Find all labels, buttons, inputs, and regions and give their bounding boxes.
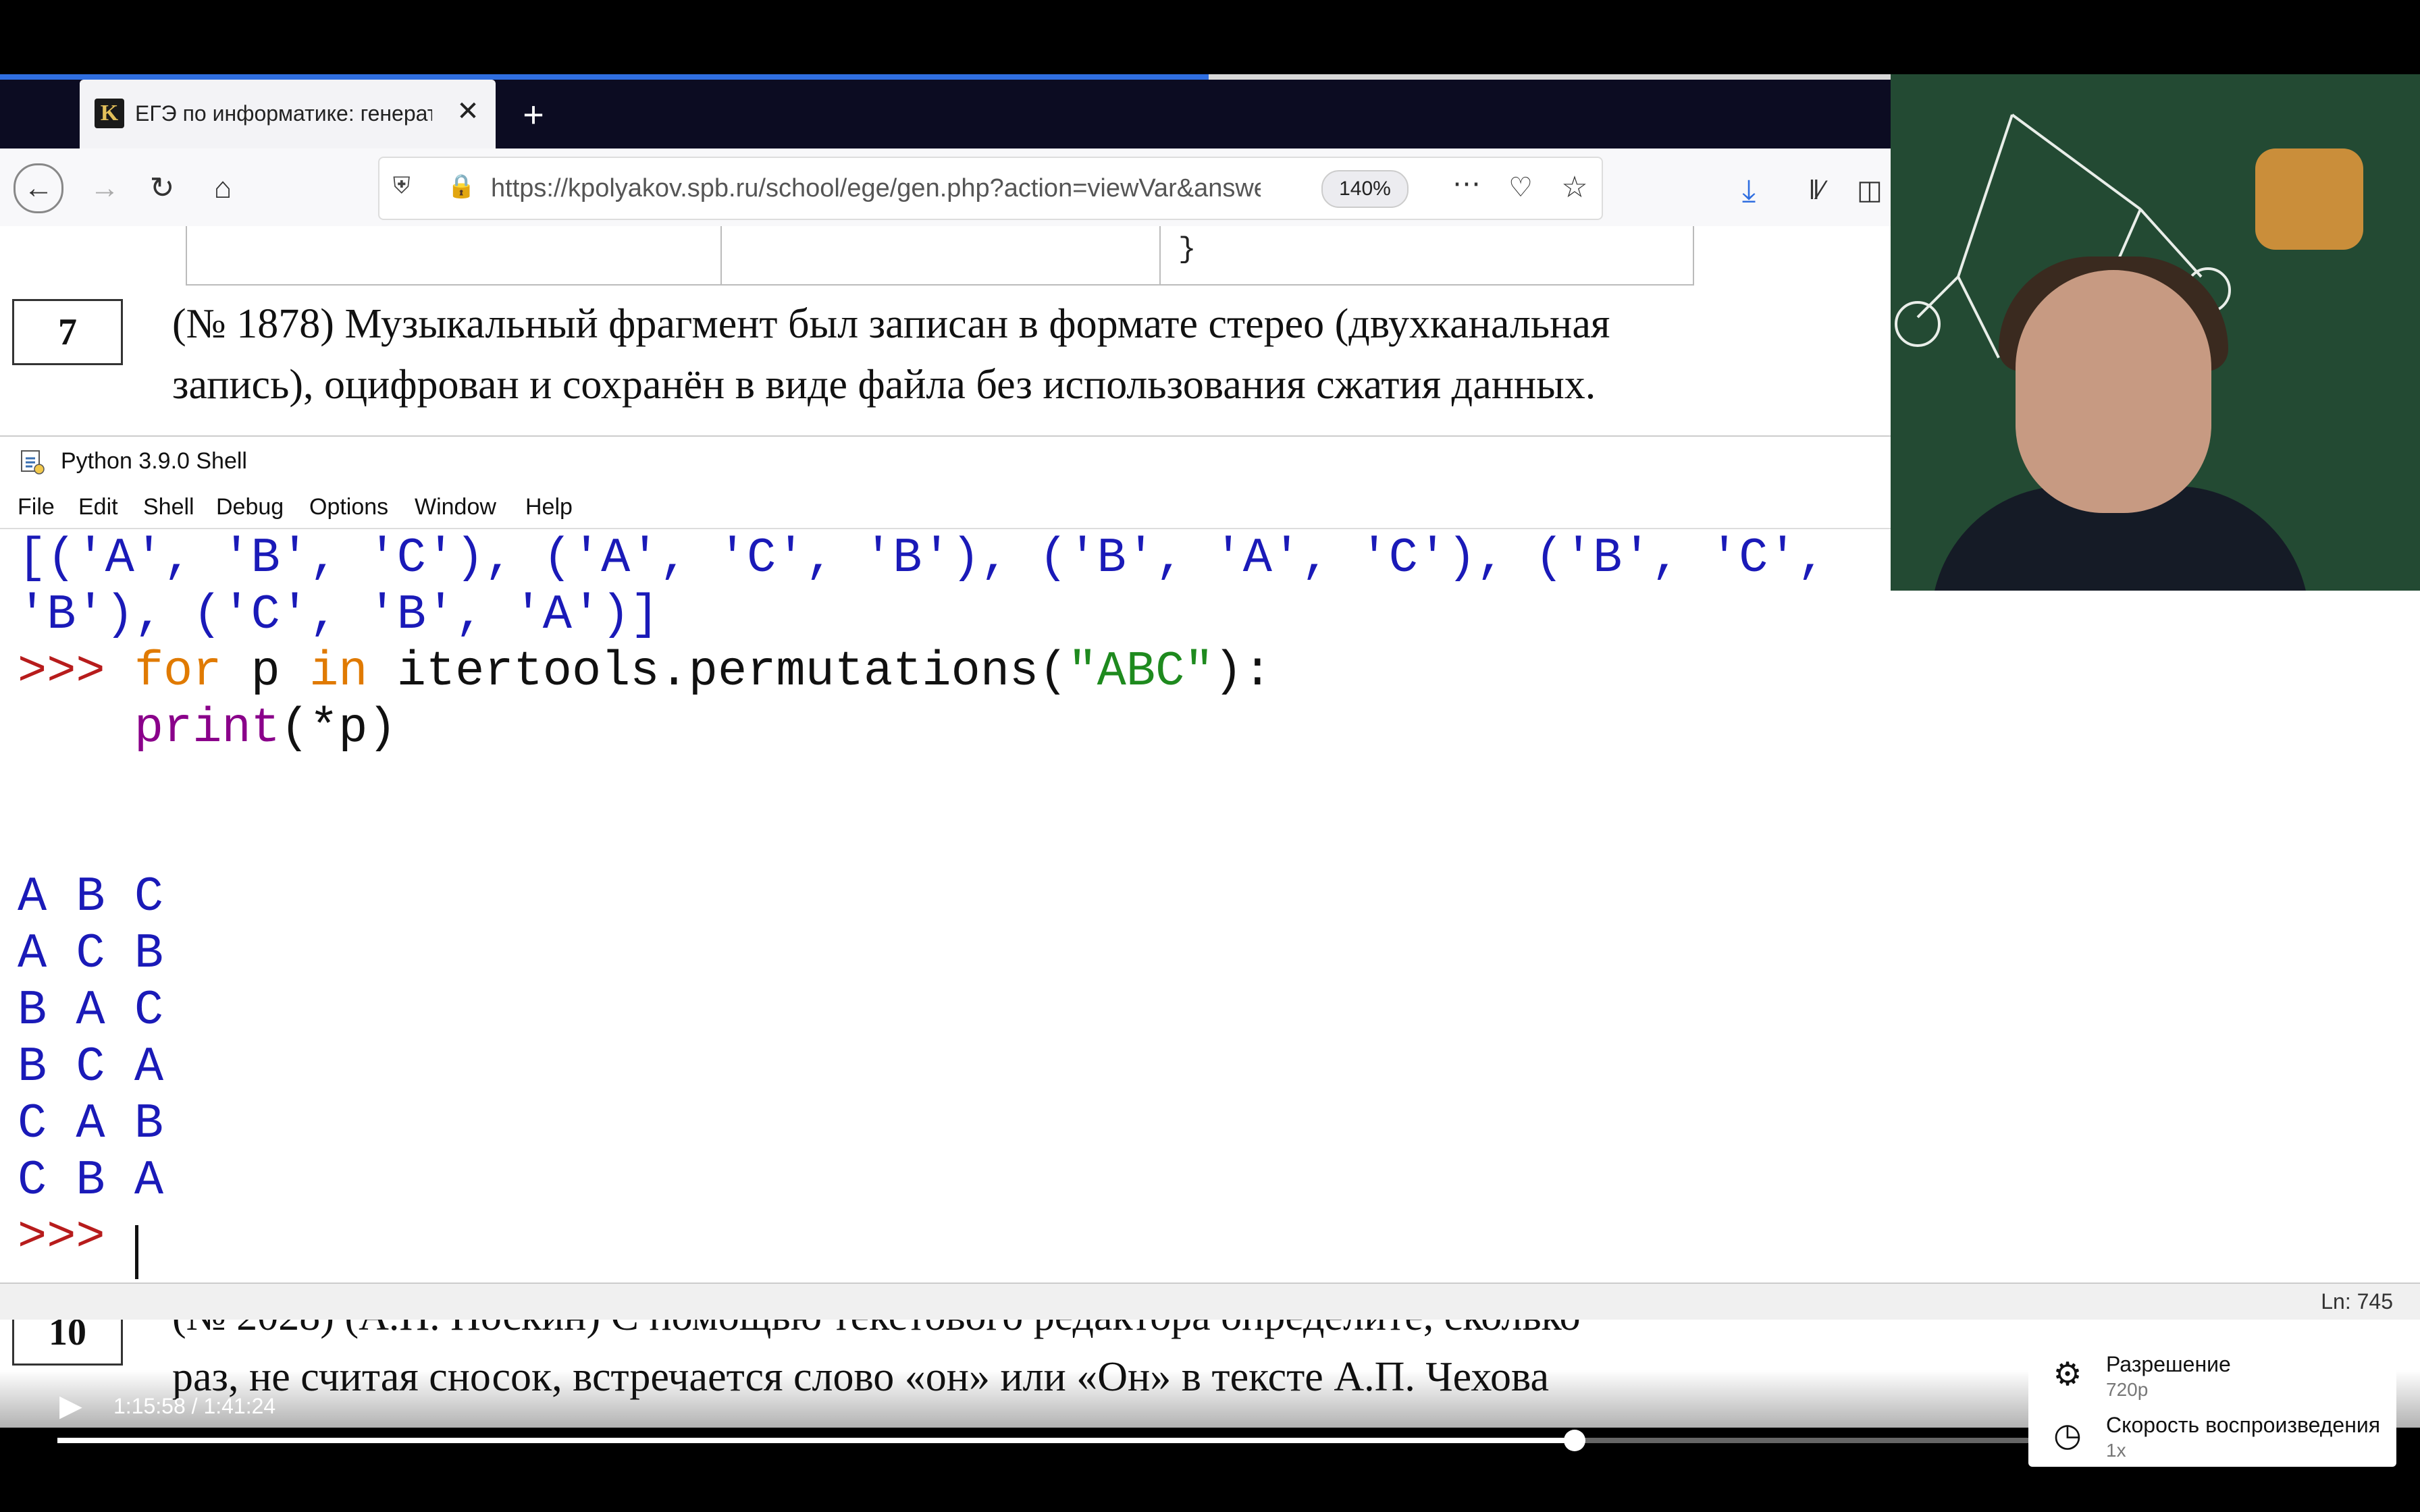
video-time: 1:15:58 / 1:41:24 bbox=[113, 1394, 276, 1418]
menu-shell[interactable]: Shell bbox=[143, 492, 194, 522]
settings-value: 1x bbox=[2106, 1440, 2126, 1461]
pocket-icon[interactable]: ♡ bbox=[1500, 170, 1541, 205]
output-line: 'B'), ('C', 'B', 'A')] bbox=[18, 587, 660, 643]
menu-window[interactable]: Window bbox=[415, 492, 496, 522]
address-bar[interactable]: ⛨ 🔒 https://kpolyakov.spb.ru/school/ege/… bbox=[378, 157, 1603, 220]
presenter-face bbox=[2016, 270, 2211, 513]
new-tab-button[interactable]: + bbox=[513, 94, 554, 135]
code-text: (*p) bbox=[280, 701, 397, 756]
page-load-progress bbox=[0, 74, 1209, 80]
shell-text-area[interactable]: [('A', 'B', 'C'), ('A', 'C', 'B'), ('B',… bbox=[0, 530, 2420, 1265]
table-cell-text: } bbox=[1178, 233, 1196, 267]
url-text[interactable]: https://kpolyakov.spb.ru/school/ege/gen.… bbox=[491, 173, 1261, 204]
settings-label: Разрешение bbox=[2106, 1352, 2231, 1376]
builtin: print bbox=[134, 701, 280, 756]
play-icon[interactable]: ▶ bbox=[59, 1389, 93, 1423]
reload-icon[interactable]: ↻ bbox=[138, 165, 186, 212]
video-progress-fill bbox=[57, 1438, 1575, 1443]
webcam-overlay bbox=[1891, 74, 2420, 591]
line-number-status: Ln: 745 bbox=[2321, 1289, 2393, 1314]
sidebar-icon[interactable]: ◫ bbox=[1857, 170, 1891, 211]
video-progress-handle[interactable] bbox=[1564, 1430, 1585, 1451]
video-progress-bar[interactable] bbox=[57, 1430, 2083, 1451]
question-text-line: (№ 2028) (А.Н. Носкин) С помощью текстов… bbox=[172, 1320, 1887, 1341]
menu-debug[interactable]: Debug bbox=[216, 492, 284, 522]
menu-file[interactable]: File bbox=[18, 492, 55, 522]
speed-icon: ◷ bbox=[2053, 1418, 2082, 1453]
settings-label: Скорость воспроизведения bbox=[2106, 1413, 2381, 1437]
back-arrow-icon[interactable]: ← bbox=[14, 163, 63, 213]
browser-toolbar: ← → ↻ ⌂ ⛨ 🔒 https://kpolyakov.spb.ru/sch… bbox=[0, 148, 1891, 227]
gear-icon: ⚙ bbox=[2053, 1357, 2082, 1393]
result-line: A C B bbox=[18, 926, 164, 981]
result-line: B A C bbox=[18, 983, 164, 1038]
window-title: Python 3.9.0 Shell bbox=[61, 448, 247, 474]
channel-logo-icon bbox=[2255, 148, 2363, 250]
menu-edit[interactable]: Edit bbox=[78, 492, 118, 522]
status-bar: Ln: 745 bbox=[0, 1282, 2420, 1321]
web-page-content: } 7 (№ 1878) Музыкальный фрагмент был за… bbox=[0, 226, 1891, 435]
home-icon[interactable]: ⌂ bbox=[199, 165, 246, 212]
tab-title: ЕГЭ по информатике: генерат bbox=[135, 101, 432, 126]
code-table bbox=[186, 226, 1694, 286]
question-number: 10 bbox=[12, 1320, 123, 1366]
menu-help[interactable]: Help bbox=[525, 492, 573, 522]
site-favicon-icon: K bbox=[95, 99, 124, 128]
table-divider bbox=[720, 226, 722, 284]
output-line: [('A', 'B', 'C'), ('A', 'C', 'B'), ('B',… bbox=[18, 531, 1826, 586]
more-icon[interactable]: ⋯ bbox=[1446, 169, 1487, 205]
code-text: p bbox=[221, 644, 310, 699]
forward-arrow-icon[interactable]: → bbox=[81, 165, 128, 212]
browser-tab[interactable]: K ЕГЭ по информатике: генерат ✕ bbox=[80, 80, 496, 148]
text-cursor bbox=[135, 1225, 138, 1279]
settings-value: 720p bbox=[2106, 1379, 2149, 1400]
input-line: print(*p) bbox=[18, 700, 397, 757]
settings-playback-speed[interactable]: ◷ Скорость воспроизведения 1x bbox=[2028, 1406, 2396, 1467]
question-text-line: (№ 1878) Музыкальный фрагмент был записа… bbox=[172, 301, 1610, 347]
keyword: for bbox=[134, 644, 222, 699]
keyword: in bbox=[309, 644, 368, 699]
download-icon[interactable]: ⤓ bbox=[1729, 170, 1769, 211]
zoom-level-badge[interactable]: 140% bbox=[1321, 170, 1409, 208]
result-line: A B C bbox=[18, 869, 164, 925]
page-load-track bbox=[1209, 74, 1891, 80]
code-text: ): bbox=[1213, 644, 1272, 699]
shield-icon[interactable]: ⛨ bbox=[393, 173, 420, 204]
result-line: C A B bbox=[18, 1096, 164, 1152]
input-line: >>> for p in itertools.permutations("ABC… bbox=[18, 643, 1272, 700]
prompt: >>> bbox=[18, 1210, 134, 1265]
result-line: B C A bbox=[18, 1040, 164, 1095]
prompt: >>> bbox=[18, 644, 134, 699]
library-icon[interactable]: ‖⁄ bbox=[1796, 170, 1837, 211]
settings-resolution[interactable]: ⚙ Разрешение 720p bbox=[2028, 1345, 2396, 1406]
python-icon bbox=[21, 450, 45, 475]
question-text-line: запись), оцифрован и сохранён в виде фай… bbox=[172, 362, 1596, 408]
table-divider bbox=[1159, 226, 1161, 284]
menu-options[interactable]: Options bbox=[309, 492, 388, 522]
code-text: itertools.permutations( bbox=[367, 644, 1068, 699]
player-settings-menu: ⚙ Разрешение 720p ◷ Скорость воспроизвед… bbox=[2028, 1345, 2396, 1467]
question-number: 7 bbox=[12, 299, 123, 365]
result-line: C B A bbox=[18, 1153, 164, 1208]
tab-close-icon[interactable]: ✕ bbox=[451, 94, 485, 128]
string-literal: "ABC" bbox=[1068, 644, 1214, 699]
lock-icon[interactable]: 🔒 bbox=[447, 173, 475, 204]
star-icon[interactable]: ☆ bbox=[1554, 170, 1595, 205]
